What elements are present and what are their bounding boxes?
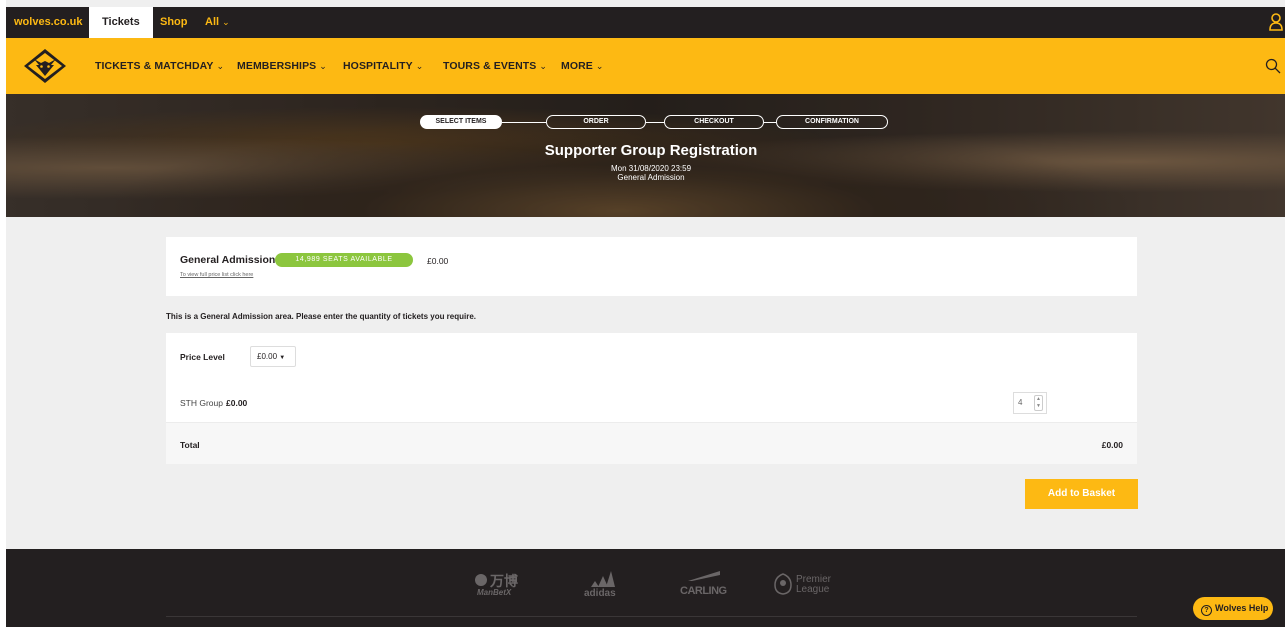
chevron-down-icon: ⌄: [216, 61, 225, 71]
chevron-down-icon: ⌄: [415, 61, 424, 71]
chevron-down-icon: ⌄: [539, 61, 548, 71]
search-icon[interactable]: [1265, 58, 1281, 74]
sponsor-premier-league[interactable]: Premier League: [773, 569, 843, 603]
sponsor-adidas-text: adidas: [584, 588, 616, 599]
footer-divider: [166, 616, 1137, 617]
price-list-link[interactable]: To view full price list click here: [180, 272, 253, 278]
nav-label: MORE: [561, 60, 593, 72]
event-area: General Admission: [617, 173, 685, 182]
ticket-type: STH Group £0.00: [180, 398, 247, 408]
price-level-label: Price Level: [180, 352, 225, 362]
total-row: Total £0.00: [166, 422, 1137, 464]
nav-more[interactable]: MORE ⌄: [561, 60, 604, 72]
quantity-value: 4: [1018, 398, 1023, 407]
total-label: Total: [180, 440, 200, 450]
chevron-down-icon: ⌄: [222, 17, 230, 27]
ticket-type-price: £0.00: [226, 398, 248, 408]
sponsor-league-text: League: [796, 584, 830, 595]
quantity-stepper[interactable]: 4 ▲ ▼: [1013, 392, 1047, 414]
price-level-select[interactable]: £0.00 ▼: [250, 346, 296, 367]
step-connector: [646, 122, 664, 123]
sponsor-adidas[interactable]: adidas: [581, 569, 626, 603]
ticket-type-label: STH Group: [180, 398, 223, 408]
top-bar: wolves.co.uk Tickets Shop All ⌄: [6, 7, 1285, 38]
nav-label: TICKETS & MATCHDAY: [95, 60, 214, 72]
info-text: This is a General Admission area. Please…: [166, 312, 477, 321]
wolves-help-button[interactable]: ? Wolves Help: [1193, 597, 1273, 620]
area-price: £0.00: [427, 256, 449, 266]
carling-logo-icon: [688, 571, 720, 581]
nav-memberships[interactable]: MEMBERSHIPS ⌄: [237, 60, 327, 72]
seats-badge: 14,989 SEATS AVAILABLE: [275, 253, 413, 267]
spinner-arrows-icon[interactable]: ▲ ▼: [1034, 395, 1043, 411]
chevron-down-icon: ⌄: [595, 61, 604, 71]
sponsor-manbetx[interactable]: 万博 ManBetX: [474, 571, 534, 601]
step-select-items: SELECT ITEMS: [420, 115, 502, 129]
tab-shop[interactable]: Shop: [160, 7, 188, 38]
nav-label: HOSPITALITY: [343, 60, 413, 72]
step-order: ORDER: [546, 115, 646, 129]
hero-banner: SELECT ITEMS ORDER CHECKOUT CONFIRMATION…: [6, 94, 1285, 217]
wolves-logo-icon[interactable]: [22, 48, 68, 84]
total-value: £0.00: [1101, 440, 1123, 450]
page-title: Supporter Group Registration: [544, 142, 758, 159]
sponsor-carling[interactable]: CARLING: [678, 569, 728, 603]
step-connector: [764, 122, 776, 123]
chevron-down-icon: ⌄: [319, 61, 327, 71]
step-confirmation: CONFIRMATION: [776, 115, 888, 129]
price-level-value: £0.00: [257, 352, 278, 361]
manbetx-logo-icon: [475, 574, 487, 586]
help-question-icon: ?: [1201, 605, 1212, 616]
footer: 万博 ManBetX adidas CARLING Premier League: [6, 549, 1285, 627]
nav-hospitality[interactable]: HOSPITALITY ⌄: [343, 60, 423, 72]
caret-down-icon: ▼: [279, 355, 286, 361]
step-connector: [502, 122, 546, 123]
ticket-card: Price Level £0.00 ▼ STH Group £0.00 4 ▲ ▼ …: [166, 333, 1137, 464]
area-title: General Admission: [180, 254, 276, 266]
nav-tours-events[interactable]: TOURS & EVENTS ⌄: [443, 60, 547, 72]
site-link[interactable]: wolves.co.uk: [14, 7, 82, 38]
premier-league-lion-icon: [774, 573, 792, 595]
sponsor-manbetx-text: ManBetX: [477, 588, 512, 597]
nav-label: MEMBERSHIPS: [237, 60, 317, 72]
add-to-basket-button[interactable]: Add to Basket: [1025, 479, 1138, 509]
tab-all[interactable]: All ⌄: [205, 7, 230, 38]
area-card: General Admission 14,989 SEATS AVAILABLE…: [166, 237, 1137, 296]
adidas-logo-icon: [591, 571, 615, 587]
main-nav: TICKETS & MATCHDAY ⌄ MEMBERSHIPS ⌄ HOSPITA…: [6, 38, 1285, 94]
event-date: Mon 31/08/2020 23:59: [610, 164, 692, 173]
help-label: Wolves Help: [1215, 603, 1269, 613]
sponsor-carling-text: CARLING: [680, 585, 727, 597]
nav-tickets-matchday[interactable]: TICKETS & MATCHDAY ⌄: [95, 60, 224, 72]
tab-all-label: All: [205, 16, 220, 28]
tab-tickets[interactable]: Tickets: [89, 7, 153, 38]
step-checkout: CHECKOUT: [664, 115, 764, 129]
user-icon[interactable]: [1269, 13, 1283, 31]
nav-label: TOURS & EVENTS: [443, 60, 537, 72]
